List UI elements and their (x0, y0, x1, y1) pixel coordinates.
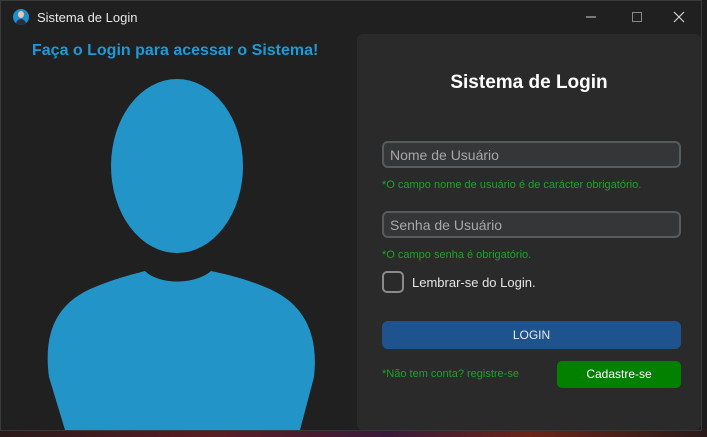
minimize-button[interactable] (569, 1, 615, 34)
signup-button[interactable]: Cadastre-se (557, 361, 681, 388)
login-form-panel: Sistema de Login *O campo nome de usuári… (357, 34, 701, 430)
password-hint: *O campo senha é obrigatório. (382, 249, 532, 261)
window-title: Sistema de Login (37, 10, 138, 25)
username-input[interactable] (382, 141, 681, 168)
user-avatar-icon (13, 9, 29, 25)
title-bar: Sistema de Login (1, 1, 701, 34)
close-icon (673, 11, 685, 23)
maximize-button[interactable] (615, 1, 661, 34)
remember-checkbox[interactable] (382, 271, 404, 293)
form-title: Sistema de Login (450, 72, 608, 93)
user-silhouette-icon (47, 79, 315, 430)
login-window: Sistema de Login Faça o Login para acess… (0, 0, 702, 431)
minimize-icon (586, 16, 596, 18)
remember-label: Lembrar-se do Login. (412, 275, 536, 290)
maximize-icon (632, 12, 642, 22)
left-panel: Faça o Login para acessar o Sistema! (1, 34, 357, 430)
close-button[interactable] (657, 1, 703, 34)
password-input[interactable] (382, 211, 681, 238)
username-hint: *O campo nome de usuário é de carácter o… (382, 179, 642, 191)
login-button[interactable]: LOGIN (382, 321, 681, 349)
signup-prompt: *Não tem conta? registre-se (382, 368, 519, 380)
left-heading: Faça o Login para acessar o Sistema! (32, 42, 319, 59)
